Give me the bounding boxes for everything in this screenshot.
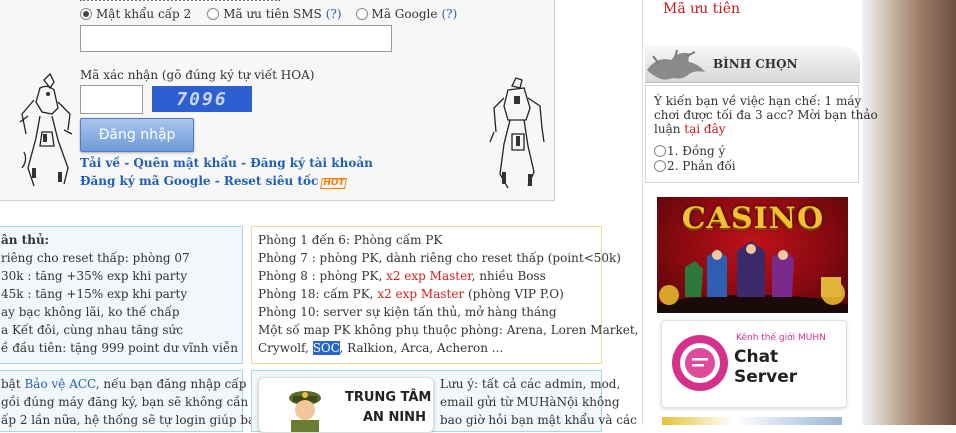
next-banner-fragment	[662, 417, 842, 425]
login-heading-fragment	[80, 0, 290, 1]
room-line: Phòng 8 : phòng PK, x2 exp Master, nhiều…	[258, 269, 546, 283]
poll-option-agree[interactable]: 1. Đồng ý	[654, 144, 725, 158]
casino-banner[interactable]: CASINO	[657, 197, 848, 313]
security-center-box: TRUNG TÂM AN NINH Lưu ý: tất cả các admi…	[251, 370, 637, 433]
help-link-google[interactable]: (?)	[441, 7, 457, 21]
protect-line: gồi đúng máy đăng ký, bạn sẽ không cần p…	[1, 395, 279, 409]
room-line: Một số map PK không phụ thuộc phòng: Are…	[258, 323, 639, 337]
password-level2-input[interactable]	[80, 25, 392, 52]
chat-bubble-icon	[672, 335, 728, 391]
radio-password-level2[interactable]	[80, 8, 92, 20]
security-note: email gửi từ MUHàNội không	[440, 395, 620, 409]
newbie-line: riêng cho reset thấp: phòng 07	[1, 251, 190, 265]
captcha-image[interactable]: 7096	[152, 86, 252, 112]
hot-badge: HOT	[320, 178, 348, 189]
newbie-line: 30k : tăng +35% exp khi party	[1, 269, 188, 283]
warrior-right-image	[489, 77, 545, 189]
background-artwork	[862, 0, 956, 425]
priority-code-link[interactable]: Mã ưu tiên	[663, 1, 740, 17]
links-row-2: Đăng ký mã Google - Reset siêu tốc HOT	[80, 174, 348, 189]
police-avatar-icon	[289, 391, 321, 432]
newbie-line: 45k : tăng +15% exp khi party	[1, 287, 188, 301]
security-note: Lưu ý: tất cả các admin, mod,	[440, 377, 621, 391]
forgot-password-link[interactable]: Quên mật khẩu	[133, 156, 236, 170]
exp-master-highlight: x2 exp Master	[377, 287, 465, 301]
room-line: Phòng 10: server sự kiện tấn thủ, mở hàn…	[258, 305, 557, 319]
room-line: Crywolf, SOC, Ralkion, Arca, Acheron ...	[258, 341, 504, 355]
poll-box: Ý kiến bạn về việc hạn chế: 1 máy chơi đ…	[645, 85, 878, 183]
download-link[interactable]: Tải về	[80, 156, 120, 170]
exp-master-highlight: x2 exp Master	[386, 269, 472, 283]
captcha-text: 7096	[176, 88, 228, 110]
links-row-1: Tải về - Quên mật khẩu - Đăng ký tài kho…	[80, 156, 373, 170]
newbie-line: ề đầu tiên: tặng 999 point dư vĩnh viễn	[1, 341, 238, 355]
warrior-left-image	[19, 72, 73, 187]
poll-option-label: 1. Đồng ý	[667, 144, 726, 158]
vote-title: BÌNH CHỌN	[713, 57, 798, 71]
poll-question-line: luận tại đây	[654, 122, 726, 136]
vote-header: BÌNH CHỌN	[645, 46, 860, 83]
account-protect-link[interactable]: Bảo vệ ACC	[24, 377, 95, 391]
newbie-line: ay bạc không lãi, ko thế chấp	[1, 305, 180, 319]
login-button[interactable]: Đăng nhập	[80, 118, 194, 152]
chat-title: Chat Server	[734, 347, 798, 387]
casino-title: CASINO	[680, 201, 826, 237]
radio-google-code[interactable]	[355, 8, 368, 20]
rooms-info-box: Phòng 1 đến 6: Phòng cấm PK Phòng 7 : ph…	[251, 226, 638, 364]
radio-label-password: Mật khẩu cấp 2	[96, 7, 192, 21]
poll-option-disagree[interactable]: 2. Phản đối	[654, 159, 736, 173]
register-account-link[interactable]: Đăng ký tài khoản	[250, 156, 373, 170]
poll-discuss-link[interactable]: tại đây	[684, 122, 725, 136]
poll-question-line: Ý kiến bạn về việc hạn chế: 1 máy	[654, 94, 862, 108]
radio-label-google: Mã Google	[371, 7, 438, 21]
radio-disagree[interactable]	[654, 160, 666, 172]
radio-agree[interactable]	[654, 145, 666, 157]
chat-caption: Kênh thế giới MUHN	[736, 333, 826, 343]
captcha-label: Mã xác nhận (gõ đúng ký tự viết HOA)	[80, 68, 315, 82]
newbie-info-box: ân thủ: riêng cho reset thấp: phòng 07 3…	[0, 226, 243, 364]
chat-server-banner[interactable]: Kênh thế giới MUHN Chat Server	[661, 320, 847, 408]
newbie-title: ân thủ:	[1, 233, 50, 247]
room-line: Phòng 1 đến 6: Phòng cấm PK	[258, 233, 443, 247]
security-title-2: AN NINH	[363, 410, 426, 425]
room-line: Phòng 18: cấm PK, x2 exp Master (phòng V…	[258, 287, 564, 301]
captcha-input[interactable]	[80, 85, 143, 114]
register-google-link[interactable]: Đăng ký mã Google	[80, 174, 211, 188]
account-protect-box: bật Bảo vệ ACC, nếu bạn đăng nhập cấp 1 …	[0, 370, 297, 432]
help-link-sms[interactable]: (?)	[326, 7, 342, 21]
newbie-line: a Kết đôi, cùng nhau tăng sức	[1, 323, 183, 337]
fast-reset-link[interactable]: Reset siêu tốc	[224, 174, 318, 188]
room-line: Phòng 7 : phòng PK, dành riêng cho reset…	[258, 251, 621, 265]
casino-characters-art	[657, 241, 848, 313]
poll-question-line: chơi được tối đa 3 acc? Mời bạn thảo	[654, 108, 878, 122]
radio-label-sms: Mã ưu tiên SMS	[223, 7, 322, 21]
auth-method-row: Mật khẩu cấp 2 Mã ưu tiên SMS (?) Mã Goo…	[80, 5, 457, 23]
poll-option-label: 2. Phản đối	[667, 159, 736, 173]
radio-sms-code[interactable]	[207, 8, 220, 20]
security-title-1: TRUNG TÂM	[345, 390, 432, 405]
selected-text-soc[interactable]: SOC	[312, 341, 340, 355]
dragon-icon	[647, 49, 705, 80]
